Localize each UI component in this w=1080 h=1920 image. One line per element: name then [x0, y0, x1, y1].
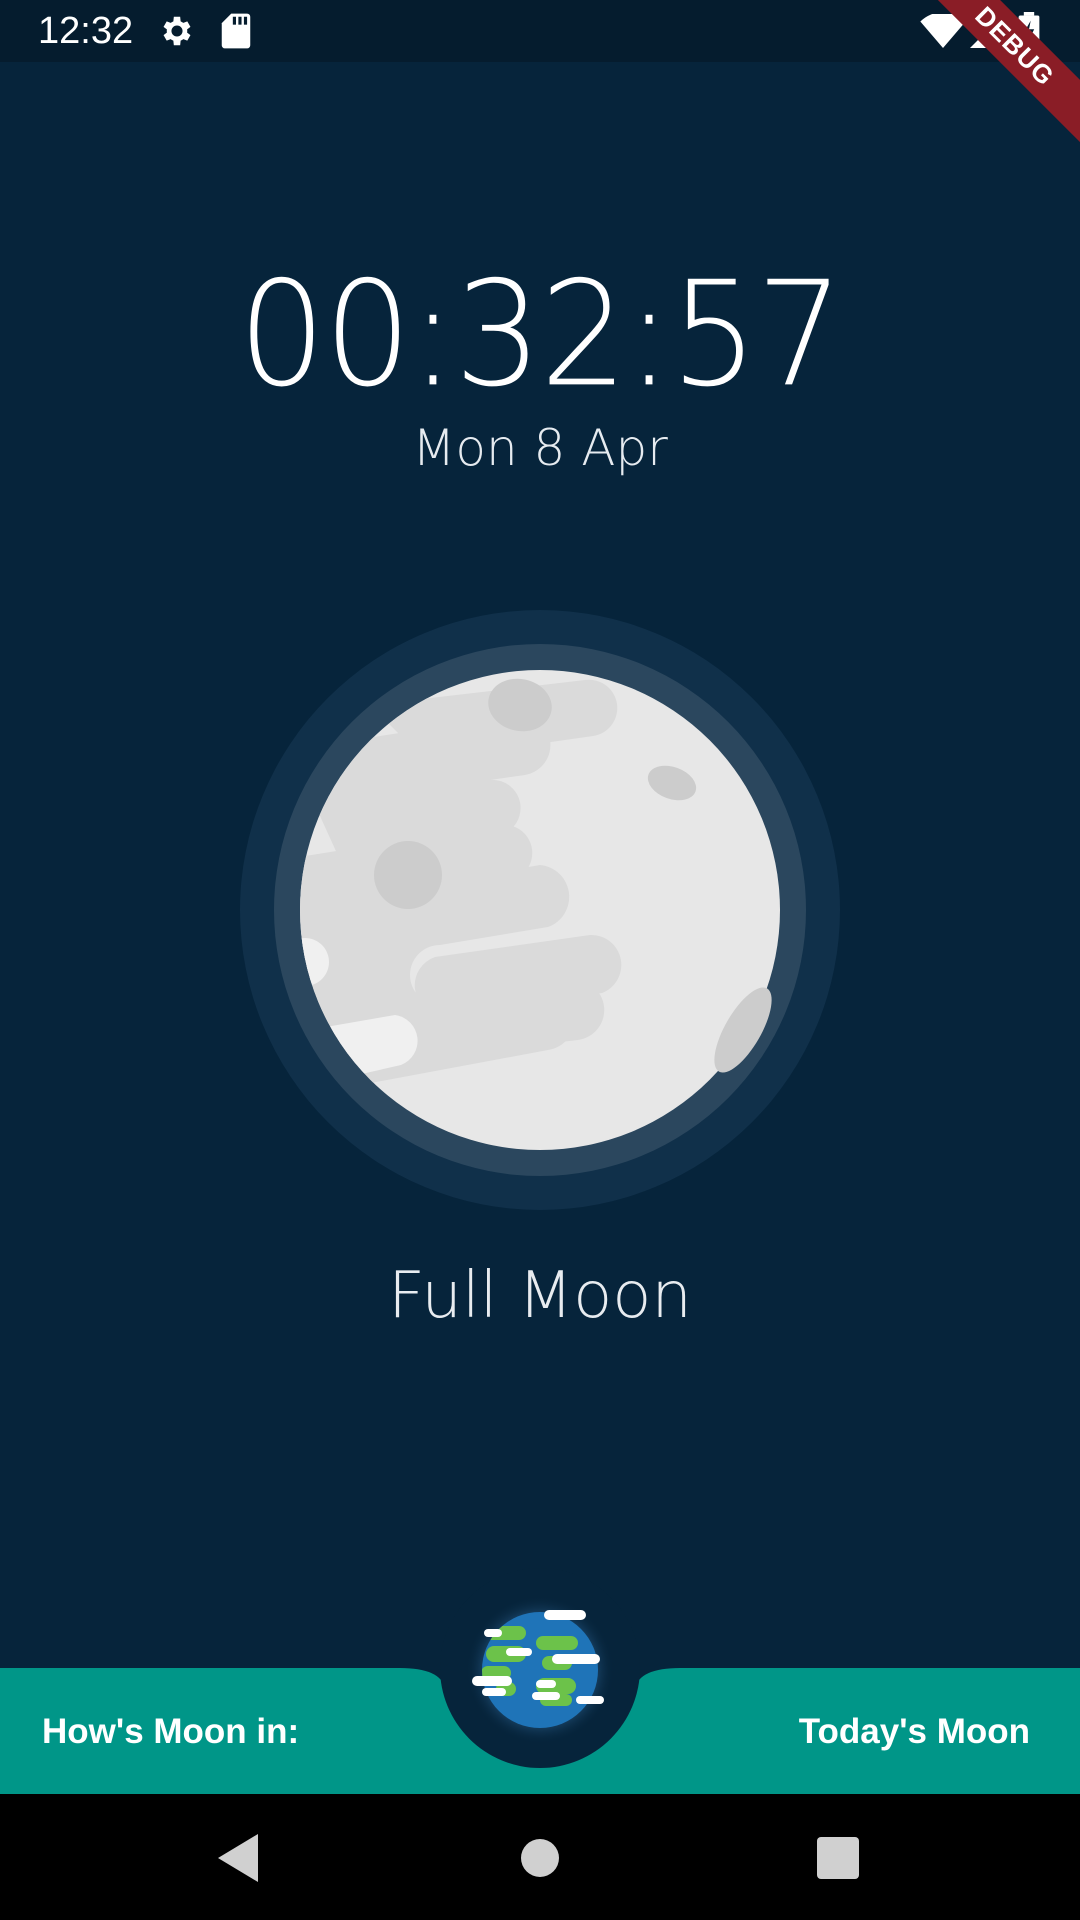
- back-icon[interactable]: [210, 1828, 270, 1888]
- sd-card-icon: [220, 12, 252, 55]
- earth-icon[interactable]: [466, 1596, 614, 1744]
- moon-icon: [240, 610, 840, 1210]
- clock-time: 00:32:57: [238, 249, 844, 419]
- status-time: 12:32: [38, 10, 134, 52]
- status-bar: 12:32: [0, 0, 1080, 62]
- navigation-bar: [0, 1794, 1080, 1920]
- todays-moon-button[interactable]: Today's Moon: [799, 1710, 1030, 1754]
- settings-icon: [158, 12, 196, 55]
- moon-phase-label: Full Moon: [388, 1259, 692, 1333]
- home-icon[interactable]: [510, 1828, 570, 1888]
- hows-moon-in-button[interactable]: How's Moon in:: [42, 1710, 299, 1754]
- recents-icon[interactable]: [808, 1828, 868, 1888]
- clock-date: Mon 8 Apr: [412, 419, 668, 477]
